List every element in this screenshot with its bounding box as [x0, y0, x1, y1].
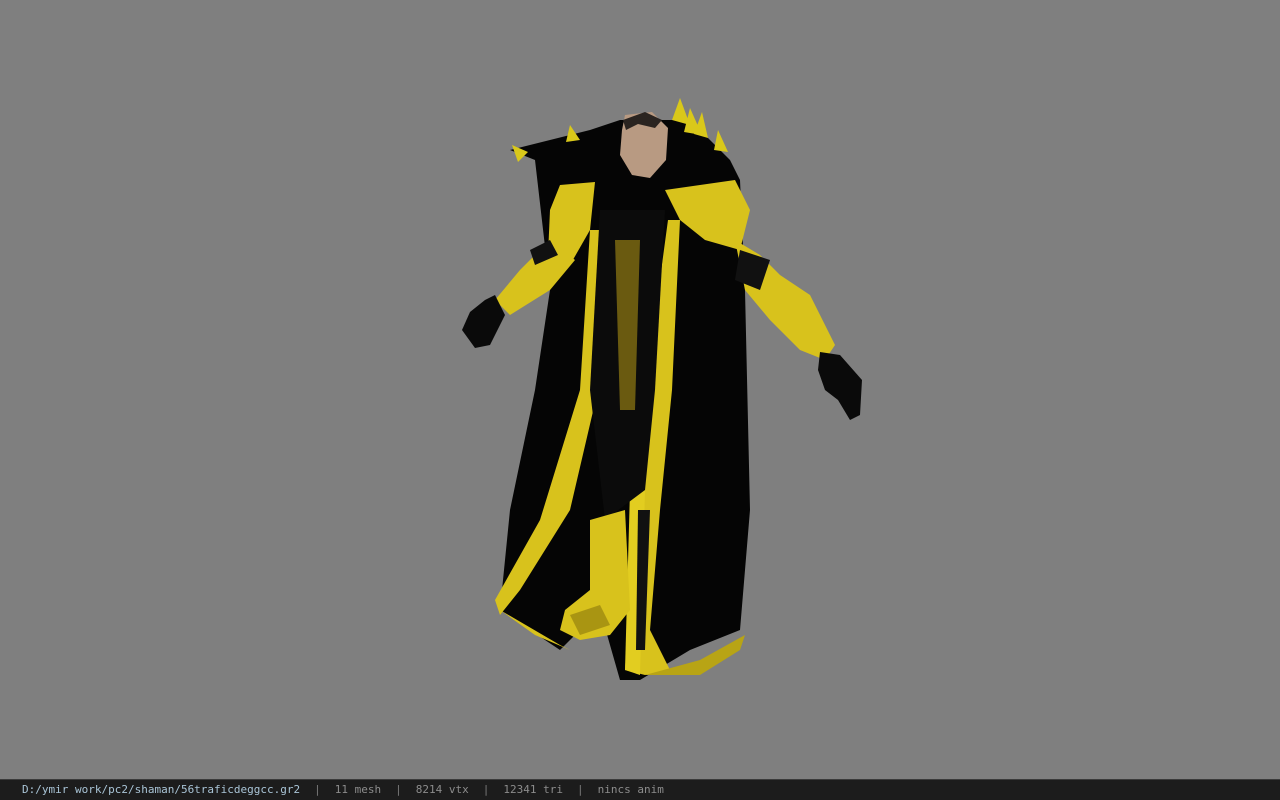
3d-viewport[interactable] — [0, 0, 1280, 779]
left-glove — [462, 295, 505, 348]
separator: | — [482, 783, 490, 796]
mesh-count: 11 mesh — [334, 783, 382, 796]
animation-status: nincs anim — [597, 783, 664, 796]
separator: | — [576, 783, 584, 796]
separator: | — [314, 783, 321, 796]
right-glove — [818, 352, 862, 420]
triangle-count: 12341 tri — [503, 783, 563, 796]
file-path: D:/ymir work/pc2/shaman/56traficdeggcc.g… — [22, 783, 301, 796]
separator: | — [395, 783, 402, 796]
character-model — [462, 98, 862, 680]
status-bar: D:/ymir work/pc2/shaman/56traficdeggcc.g… — [0, 779, 1280, 800]
vertex-count: 8214 vtx — [415, 783, 469, 796]
